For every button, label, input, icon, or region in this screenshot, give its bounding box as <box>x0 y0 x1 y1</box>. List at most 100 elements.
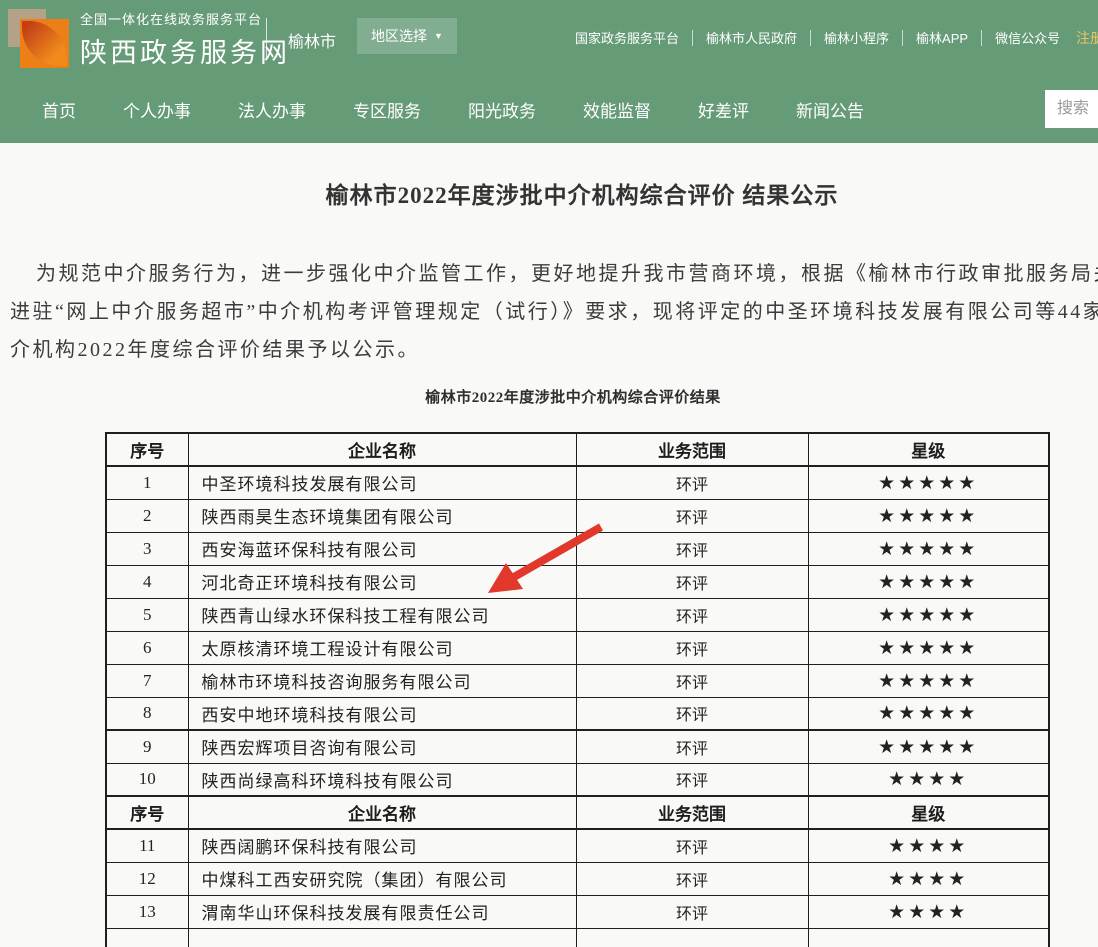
table-row: 7榆林市环境科技咨询服务有限公司环评★★★★★ <box>106 664 1049 697</box>
table-row: 13渭南华山环保科技发展有限责任公司环评★★★★ <box>106 895 1049 928</box>
cell-business-scope: 环评 <box>576 829 808 862</box>
nav-item-home[interactable]: 首页 <box>42 97 76 122</box>
platform-tagline: 全国一体化在线政务服务平台 <box>80 9 290 28</box>
cell-index: 10 <box>106 763 188 796</box>
column-header: 星级 <box>808 433 1049 466</box>
link-separator <box>902 30 903 46</box>
nav-item-zone-service[interactable]: 专区服务 <box>353 97 421 122</box>
cell-company-name: 西安中地环境科技有限公司 <box>188 697 576 730</box>
cell-company-name: 河北奇正环境科技有限公司 <box>188 565 576 598</box>
cell-company-name: 渭南华山环保科技发展有限责任公司 <box>188 895 576 928</box>
table-header-row: 序号企业名称业务范围星级 <box>106 796 1049 829</box>
link-yulin-app[interactable]: 榆林APP <box>916 28 968 47</box>
top-header-bar: 全国一体化在线政务服务平台 陕西政务服务网 榆林市 地区选择 ▼ 国家政务服务平… <box>0 0 1098 75</box>
nav-item-personal[interactable]: 个人办事 <box>123 97 191 122</box>
cell-business-scope: 环评 <box>576 697 808 730</box>
cell-company-name: 中圣环境科技发展有限公司 <box>188 466 576 499</box>
cell-index: 9 <box>106 730 188 763</box>
column-header: 业务范围 <box>576 433 808 466</box>
cell-business-scope: 环评 <box>576 664 808 697</box>
table-caption: 榆林市2022年度涉批中介机构综合评价结果 <box>0 386 1098 407</box>
link-national-platform[interactable]: 国家政务服务平台 <box>575 28 679 47</box>
cell-company-name: 陕西青山绿水环保科技工程有限公司 <box>188 598 576 631</box>
cell-empty <box>106 928 188 947</box>
cell-company-name: 太原核清环境工程设计有限公司 <box>188 631 576 664</box>
table-header-row: 序号企业名称业务范围星级 <box>106 433 1049 466</box>
cell-business-scope: 环评 <box>576 862 808 895</box>
nav-item-transparency[interactable]: 阳光政务 <box>468 97 536 122</box>
cell-star-rating: ★★★★ <box>808 763 1049 796</box>
announcement-paragraph: 为规范中介服务行为，进一步强化中介监管工作，更好地提升我市营商环境，根据《榆林市… <box>10 255 1098 369</box>
table-row-partial <box>106 928 1049 947</box>
cell-business-scope: 环评 <box>576 565 808 598</box>
cell-company-name: 陕西雨昊生态环境集团有限公司 <box>188 499 576 532</box>
cell-company-name: 榆林市环境科技咨询服务有限公司 <box>188 664 576 697</box>
cell-business-scope: 环评 <box>576 499 808 532</box>
register-link[interactable]: 注册 <box>1076 28 1098 48</box>
announcement-document: 榆林市2022年度涉批中介机构综合评价 结果公示 为规范中介服务行为，进一步强化… <box>0 143 1098 947</box>
nav-item-rating[interactable]: 好差评 <box>698 97 749 122</box>
table-row: 4河北奇正环境科技有限公司环评★★★★★ <box>106 565 1049 598</box>
cell-star-rating: ★★★★★ <box>808 499 1049 532</box>
cell-empty <box>808 928 1049 947</box>
column-header: 序号 <box>106 796 188 829</box>
site-logo-icon <box>8 7 70 69</box>
cell-index: 1 <box>106 466 188 499</box>
cell-company-name: 西安海蓝环保科技有限公司 <box>188 532 576 565</box>
main-navigation-bar: 首页 个人办事 法人办事 专区服务 阳光政务 效能监督 好差评 新闻公告 <box>0 75 1098 143</box>
cell-index: 12 <box>106 862 188 895</box>
cell-star-rating: ★★★★ <box>808 895 1049 928</box>
link-separator <box>810 30 811 46</box>
search-input[interactable] <box>1045 90 1098 128</box>
cell-star-rating: ★★★★★ <box>808 697 1049 730</box>
cell-company-name: 陕西阔鹏环保科技有限公司 <box>188 829 576 862</box>
cell-star-rating: ★★★★★ <box>808 565 1049 598</box>
cell-business-scope: 环评 <box>576 466 808 499</box>
column-header: 企业名称 <box>188 433 576 466</box>
column-header: 星级 <box>808 796 1049 829</box>
cell-business-scope: 环评 <box>576 631 808 664</box>
top-links: 国家政务服务平台 榆林市人民政府 榆林小程序 榆林APP 微信公众号 <box>575 0 1060 75</box>
table-row: 8西安中地环境科技有限公司环评★★★★★ <box>106 697 1049 730</box>
cell-empty <box>188 928 576 947</box>
cell-index: 11 <box>106 829 188 862</box>
cell-business-scope: 环评 <box>576 598 808 631</box>
column-header: 业务范围 <box>576 796 808 829</box>
nav-item-corporate[interactable]: 法人办事 <box>238 97 306 122</box>
nav-item-news[interactable]: 新闻公告 <box>796 97 864 122</box>
results-table: 序号企业名称业务范围星级1中圣环境科技发展有限公司环评★★★★★2陕西雨昊生态环… <box>105 432 1050 947</box>
cell-business-scope: 环评 <box>576 763 808 796</box>
nav-item-supervision[interactable]: 效能监督 <box>583 97 651 122</box>
region-select-button[interactable]: 地区选择 ▼ <box>357 18 457 54</box>
cell-business-scope: 环评 <box>576 532 808 565</box>
link-mini-program[interactable]: 榆林小程序 <box>824 28 889 47</box>
cell-index: 6 <box>106 631 188 664</box>
cell-company-name: 中煤科工西安研究院（集团）有限公司 <box>188 862 576 895</box>
cell-star-rating: ★★★★★ <box>808 730 1049 763</box>
cell-index: 3 <box>106 532 188 565</box>
page-title: 榆林市2022年度涉批中介机构综合评价 结果公示 <box>0 176 1098 210</box>
cell-star-rating: ★★★★★ <box>808 631 1049 664</box>
site-brand: 全国一体化在线政务服务平台 陕西政务服务网 <box>80 9 290 70</box>
cell-empty <box>576 928 808 947</box>
cell-company-name: 陕西尚绿高科环境科技有限公司 <box>188 763 576 796</box>
cell-star-rating: ★★★★★ <box>808 598 1049 631</box>
table-row: 11陕西阔鹏环保科技有限公司环评★★★★ <box>106 829 1049 862</box>
link-separator <box>981 30 982 46</box>
cell-index: 5 <box>106 598 188 631</box>
table-row: 2陕西雨昊生态环境集团有限公司环评★★★★★ <box>106 499 1049 532</box>
cell-star-rating: ★★★★★ <box>808 532 1049 565</box>
link-wechat-account[interactable]: 微信公众号 <box>995 28 1060 47</box>
cell-business-scope: 环评 <box>576 895 808 928</box>
header-divider <box>266 18 267 58</box>
results-table-body: 序号企业名称业务范围星级1中圣环境科技发展有限公司环评★★★★★2陕西雨昊生态环… <box>106 433 1049 947</box>
link-city-government[interactable]: 榆林市人民政府 <box>706 28 797 47</box>
chevron-down-icon: ▼ <box>434 31 443 41</box>
column-header: 企业名称 <box>188 796 576 829</box>
paragraph-line: 进驻“网上中介服务超市”中介机构考评管理规定（试行）》要求，现将评定的中圣环境科… <box>10 293 1098 331</box>
table-row: 12中煤科工西安研究院（集团）有限公司环评★★★★ <box>106 862 1049 895</box>
current-city-label: 榆林市 <box>288 28 336 52</box>
table-row: 1中圣环境科技发展有限公司环评★★★★★ <box>106 466 1049 499</box>
paragraph-line: 为规范中介服务行为，进一步强化中介监管工作，更好地提升我市营商环境，根据《榆林市… <box>10 255 1098 293</box>
cell-star-rating: ★★★★ <box>808 862 1049 895</box>
